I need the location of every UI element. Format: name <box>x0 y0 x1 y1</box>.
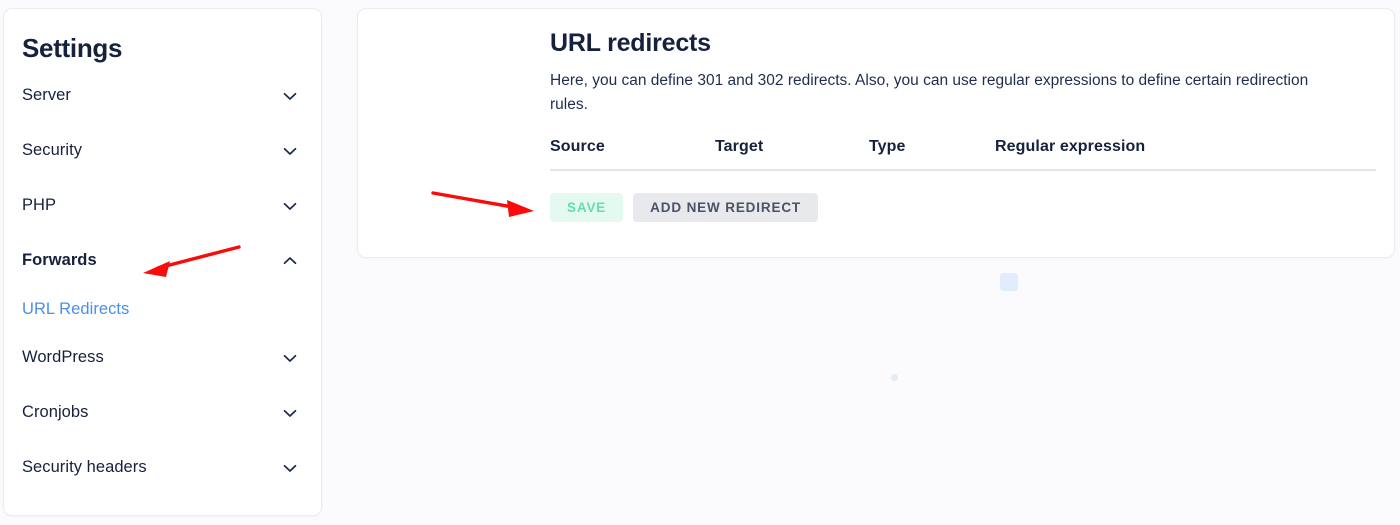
action-button-row: SAVE ADD NEW REDIRECT <box>550 192 1374 222</box>
sidebar-item-security-headers[interactable]: Security headers <box>22 440 303 495</box>
sidebar-item-php[interactable]: PHP <box>22 178 303 233</box>
chevron-down-icon[interactable] <box>280 348 300 368</box>
chevron-down-icon[interactable] <box>280 403 300 423</box>
sidebar-item-label: Server <box>22 86 71 104</box>
save-button[interactable]: SAVE <box>550 192 624 222</box>
sidebar-item-label: PHP <box>22 196 57 214</box>
table-header: Source Target Type Regular expression <box>550 138 1376 170</box>
column-header-target: Target <box>715 137 764 155</box>
faint-dot-artifact <box>891 374 898 381</box>
sidebar-subitem-label: URL Redirects <box>22 299 130 318</box>
sidebar-item-label: WordPress <box>22 348 104 366</box>
column-header-source: Source <box>550 137 605 155</box>
add-new-redirect-button[interactable]: ADD NEW REDIRECT <box>633 192 819 222</box>
chevron-down-icon[interactable] <box>280 86 300 106</box>
chevron-up-icon[interactable] <box>280 251 300 271</box>
sidebar-item-cronjobs[interactable]: Cronjobs <box>22 385 303 440</box>
settings-sidebar-card: Settings Server Security PHP Forwards UR… <box>3 8 322 516</box>
sidebar-item-wordpress[interactable]: WordPress <box>22 330 303 385</box>
blue-square-artifact <box>1000 273 1018 291</box>
sidebar-item-label: Cronjobs <box>22 403 89 421</box>
column-header-type: Type <box>869 137 906 155</box>
page-title: Settings <box>22 33 123 63</box>
chevron-down-icon[interactable] <box>280 141 300 161</box>
url-redirects-panel: URL redirects Here, you can define 301 a… <box>357 8 1395 258</box>
sidebar-item-label: Security <box>22 141 83 159</box>
section-description: Here, you can define 301 and 302 redirec… <box>550 72 1309 114</box>
sidebar-item-label: Forwards <box>22 251 97 269</box>
column-header-regular-expression: Regular expression <box>995 137 1146 155</box>
redirects-table: Source Target Type Regular expression <box>550 138 1376 171</box>
sidebar-item-security[interactable]: Security <box>22 123 303 178</box>
chevron-down-icon[interactable] <box>280 196 300 216</box>
sidebar-item-server[interactable]: Server <box>22 68 303 123</box>
sidebar-item-label: Security headers <box>22 458 147 476</box>
sidebar-item-forwards[interactable]: Forwards <box>22 233 303 288</box>
table-header-row: Source Target Type Regular expression <box>550 138 1376 170</box>
panel-content: URL redirects Here, you can define 301 a… <box>550 29 1376 222</box>
sidebar-subitem-url-redirects[interactable]: URL Redirects <box>22 288 303 330</box>
chevron-down-icon[interactable] <box>280 458 300 478</box>
section-title: URL redirects <box>550 29 711 57</box>
